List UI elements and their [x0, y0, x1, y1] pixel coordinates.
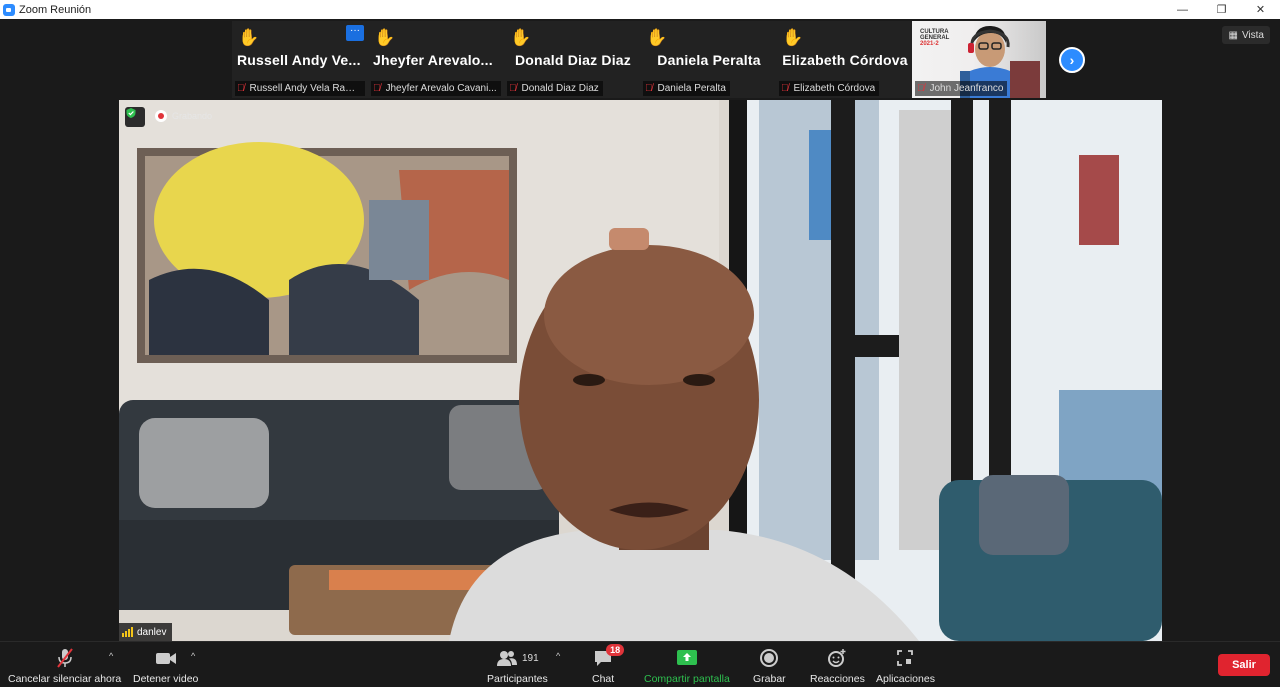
encryption-badge[interactable] — [125, 107, 145, 127]
participant-name: Donald Diaz Diaz — [521, 83, 599, 94]
muted-mic-icon: 🎙̸ — [781, 83, 789, 94]
share-screen-icon — [676, 650, 697, 665]
speaker-name: danlev — [137, 626, 167, 638]
recording-indicator[interactable]: Grabando — [155, 110, 212, 122]
raised-hand-icon: ✋ — [782, 28, 804, 47]
participant-display-name: Elizabeth Córdova — [782, 52, 908, 68]
unmute-label: Cancelar silenciar ahora — [8, 673, 122, 685]
record-label: Grabar — [753, 673, 786, 685]
participant-name: Daniela Peralta — [657, 83, 726, 94]
reactions-button[interactable]: Reacciones — [810, 647, 865, 685]
meeting-area: ✋ ··· Russell Andy Ve... 🎙̸ Russell Andy… — [0, 19, 1280, 641]
video-banner: CULTURA GENERAL 2021-2 — [920, 29, 949, 47]
close-button[interactable]: ✕ — [1241, 0, 1280, 19]
active-speaker-video[interactable]: Grabando danlev — [119, 100, 1162, 641]
muted-mic-icon: 🎙̸ — [509, 83, 517, 94]
stop-video-button[interactable]: Detener video — [133, 647, 198, 685]
apps-icon — [897, 650, 914, 666]
participant-name: Jheyfer Arevalo Cavani... — [385, 83, 497, 94]
more-options-button[interactable]: ··· — [346, 25, 364, 41]
video-options-caret[interactable]: ^ — [191, 651, 195, 661]
raised-hand-icon: ✋ — [374, 28, 396, 47]
participant-strip: ✋ ··· Russell Andy Ve... 🎙̸ Russell Andy… — [232, 21, 1046, 98]
muted-mic-icon — [56, 648, 73, 668]
reactions-icon — [828, 649, 846, 667]
participant-label: 🎙̸ Elizabeth Córdova — [779, 81, 880, 96]
participant-label: 🎙̸ Donald Diaz Diaz — [507, 81, 603, 96]
view-button[interactable]: ▦ Vista — [1222, 26, 1270, 44]
participant-tile[interactable]: ✋ Elizabeth Córdova 🎙̸ Elizabeth Córdova — [776, 21, 912, 98]
banner-text: 2021-2 — [920, 41, 939, 47]
participant-label: 🎙̸ Jheyfer Arevalo Cavani... — [371, 81, 501, 96]
participant-tile[interactable]: ✋ Donald Diaz Diaz 🎙̸ Donald Diaz Diaz — [504, 21, 640, 98]
raised-hand-icon: ✋ — [510, 28, 532, 47]
participants-options-caret[interactable]: ^ — [556, 651, 560, 661]
participants-icon — [497, 651, 517, 666]
shield-icon — [126, 108, 136, 118]
speaker-name-tag: danlev — [119, 623, 173, 641]
participant-video-tile[interactable]: CULTURA GENERAL 2021-2 🎙̸ John Jeanfranc… — [912, 21, 1046, 98]
record-icon — [760, 649, 779, 667]
muted-mic-icon: 🎙̸ — [917, 83, 925, 94]
participants-button[interactable]: 191 Participantes — [487, 647, 548, 685]
raised-hand-icon: ✋ — [646, 28, 668, 47]
speaker-video-frame — [119, 100, 1162, 641]
leave-button[interactable]: Salir — [1218, 654, 1270, 676]
participant-tile[interactable]: ✋ Jheyfer Arevalo... 🎙̸ Jheyfer Arevalo … — [368, 21, 504, 98]
view-label: Vista — [1241, 29, 1264, 41]
chat-unread-badge: 18 — [606, 644, 625, 656]
window-title: Zoom Reunión — [19, 3, 92, 16]
zoom-app-icon — [3, 3, 15, 16]
window-controls: — ❐ ✕ — [1163, 0, 1280, 19]
participant-display-name: Donald Diaz Diaz — [515, 52, 631, 68]
share-screen-label: Compartir pantalla — [644, 673, 730, 685]
participant-name: Elizabeth Córdova — [793, 83, 876, 94]
participant-name: John Jeanfranco — [929, 83, 1004, 94]
muted-mic-icon: 🎙̸ — [373, 83, 381, 94]
raised-hand-icon: ✋ — [238, 28, 260, 47]
restore-button[interactable]: ❐ — [1202, 0, 1241, 19]
participant-tile[interactable]: ✋ ··· Russell Andy Ve... 🎙̸ Russell Andy… — [232, 21, 368, 98]
participant-name: Russell Andy Vela Ram... — [249, 83, 362, 94]
minimize-button[interactable]: — — [1163, 0, 1202, 19]
chat-label: Chat — [592, 673, 615, 685]
stop-video-label: Detener video — [133, 673, 199, 685]
share-screen-button[interactable]: Compartir pantalla — [644, 647, 730, 685]
participant-label: 🎙̸ Daniela Peralta — [643, 81, 730, 96]
muted-mic-icon: 🎙̸ — [237, 83, 245, 94]
participant-display-name: Daniela Peralta — [657, 52, 761, 68]
next-page-button[interactable]: › — [1059, 47, 1085, 73]
video-camera-icon — [155, 653, 176, 664]
participant-tile[interactable]: ✋ Daniela Peralta 🎙̸ Daniela Peralta — [640, 21, 776, 98]
participant-label: 🎙̸ Russell Andy Vela Ram... — [235, 81, 365, 96]
apps-button[interactable]: Aplicaciones — [876, 647, 935, 685]
participants-label: Participantes — [487, 673, 548, 685]
unmute-button[interactable]: Cancelar silenciar ahora — [8, 647, 121, 685]
title-bar: Zoom Reunión — ❐ ✕ — [0, 0, 1280, 19]
signal-bars-icon — [122, 627, 133, 637]
reactions-label: Reacciones — [810, 673, 865, 685]
participant-label: 🎙̸ John Jeanfranco — [915, 81, 1008, 96]
recording-icon — [155, 110, 167, 122]
meeting-toolbar: Cancelar silenciar ahora ^ Detener video… — [0, 641, 1280, 687]
record-button[interactable]: Grabar — [753, 647, 786, 685]
muted-mic-icon: 🎙̸ — [645, 83, 653, 94]
participant-display-name: Russell Andy Ve... — [237, 52, 361, 68]
recording-label: Grabando — [172, 111, 213, 121]
participants-count: 191 — [522, 652, 539, 664]
audio-options-caret[interactable]: ^ — [109, 651, 113, 661]
participant-display-name: Jheyfer Arevalo... — [373, 52, 493, 68]
grid-icon: ▦ — [1228, 29, 1238, 41]
apps-label: Aplicaciones — [876, 673, 935, 685]
chat-button[interactable]: 18 Chat — [592, 644, 625, 685]
